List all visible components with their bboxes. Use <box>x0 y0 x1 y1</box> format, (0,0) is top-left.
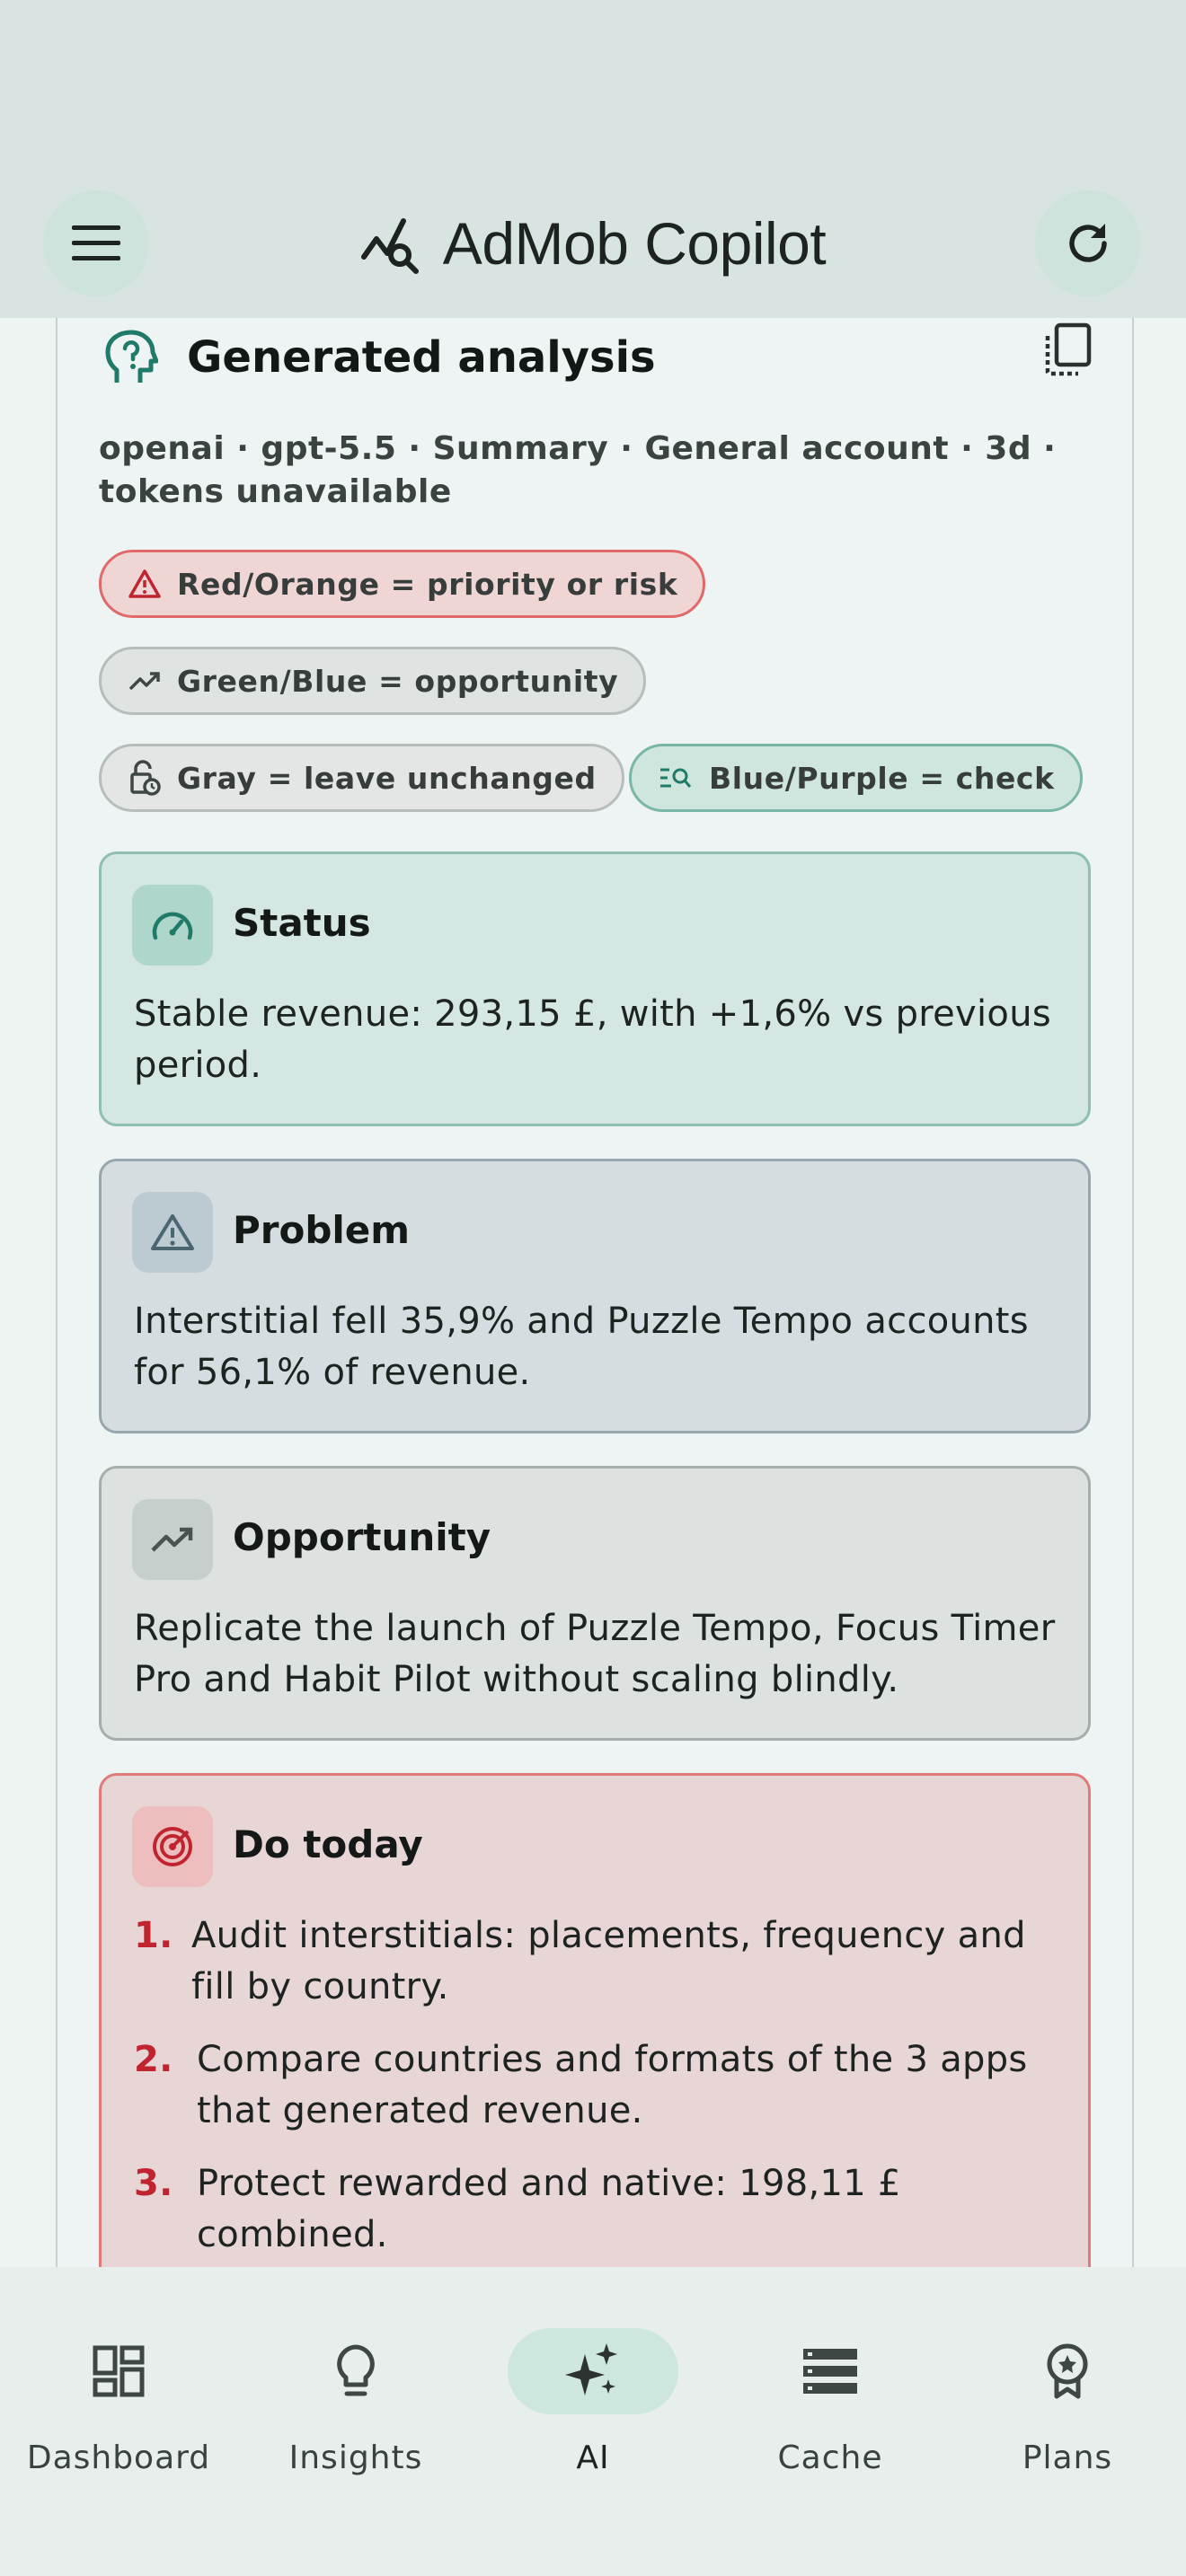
speed-icon <box>132 885 213 966</box>
nav-ai[interactable]: AI <box>474 2303 712 2483</box>
badge-icon <box>1047 2343 1088 2399</box>
todo-number: 2. <box>134 2039 173 2080</box>
nav-label: Insights <box>288 2439 423 2476</box>
problem-section: Problem Interstitial fell 35,9% and Puzz… <box>99 1159 1091 1434</box>
nav-icon-container <box>270 2328 441 2414</box>
nav-icon-container <box>745 2328 916 2414</box>
status-section: Status Stable revenue: 293,15 £, with +1… <box>99 851 1091 1126</box>
psychology-icon <box>105 330 158 383</box>
refresh-button[interactable] <box>1035 190 1141 296</box>
todo-item: 1. Audit interstitials: placements, freq… <box>134 1910 1068 2013</box>
section-text: Stable revenue: 293,15 £, with +1,6% vs … <box>134 993 1052 1086</box>
nav-cache[interactable]: Cache <box>712 2303 949 2483</box>
nav-label: Plans <box>1022 2439 1113 2476</box>
legend-chip-check: Blue/Purple = check <box>629 744 1083 812</box>
nav-icon-container <box>33 2328 204 2414</box>
app-bar: AdMob Copilot <box>0 0 1186 318</box>
todo-text: Audit interstitials: placements, frequen… <box>191 1915 1026 2007</box>
manage-search-icon <box>660 768 692 788</box>
legend-chip-label: Gray = leave unchanged <box>177 760 597 796</box>
todo-text: Compare countries and formats of the 3 a… <box>197 2039 1028 2131</box>
section-text: Interstitial fell 35,9% and Puzzle Tempo… <box>134 1301 1029 1393</box>
todo-item: 3. Protect rewarded and native: 198,11 £… <box>134 2158 1068 2261</box>
nav-plans[interactable]: Plans <box>949 2303 1186 2483</box>
legend-chip-label: Red/Orange = priority or risk <box>177 566 678 602</box>
target-icon <box>132 1806 213 1887</box>
section-title: Opportunity <box>233 1515 491 1559</box>
app-title: AdMob Copilot <box>442 210 827 277</box>
trending-up-icon <box>128 672 160 691</box>
section-text: Replicate the launch of Puzzle Tempo, Fo… <box>134 1608 1056 1700</box>
todo-number: 1. <box>134 1915 173 1956</box>
nav-dashboard[interactable]: Dashboard <box>0 2303 237 2483</box>
copy-icon[interactable] <box>1042 322 1093 377</box>
bottom-navigation: Dashboard Insights AI Cache Plans <box>0 2267 1186 2576</box>
legend-chip-label: Green/Blue = opportunity <box>177 663 619 699</box>
legend-chip-risk: Red/Orange = priority or risk <box>99 550 706 618</box>
trending-up-icon <box>132 1499 213 1580</box>
analysis-card: Generated analysis openai · gpt-5.5 · Su… <box>56 269 1134 2402</box>
nav-label: Cache <box>777 2439 883 2476</box>
refresh-icon <box>1069 224 1107 262</box>
nav-icon-container <box>508 2328 678 2414</box>
legend-chip-label: Blue/Purple = check <box>709 760 1055 796</box>
todo-number: 3. <box>134 2163 173 2204</box>
opportunity-section: Opportunity Replicate the launch of Puzz… <box>99 1466 1091 1741</box>
nav-insights[interactable]: Insights <box>237 2303 474 2483</box>
analytics-search-icon <box>360 218 419 274</box>
todo-item: 2. Compare countries and formats of the … <box>134 2034 1068 2137</box>
legend-chip-unchanged: Gray = leave unchanged <box>99 744 624 812</box>
sparkle-icon <box>565 2343 617 2395</box>
dashboard-icon <box>93 2345 145 2397</box>
legend-chip-opportunity: Green/Blue = opportunity <box>99 647 647 715</box>
section-title: Status <box>233 901 371 945</box>
section-title: Problem <box>233 1208 411 1252</box>
card-header: Generated analysis <box>104 322 1093 393</box>
lightbulb-icon <box>337 2344 375 2396</box>
warning-icon <box>132 1192 213 1273</box>
lock-clock-icon <box>130 760 161 796</box>
nav-icon-container <box>982 2328 1153 2414</box>
card-title: Generated analysis <box>187 332 656 383</box>
app-brand: AdMob Copilot <box>0 203 1186 284</box>
todo-text: Protect rewarded and native: 198,11 £ co… <box>197 2163 901 2255</box>
warning-icon <box>128 569 161 598</box>
nav-label: AI <box>576 2439 610 2476</box>
storage-icon <box>803 2349 857 2394</box>
nav-label: Dashboard <box>26 2439 211 2476</box>
section-title: Do today <box>233 1822 423 1866</box>
analysis-meta: openai · gpt-5.5 · Summary · General acc… <box>99 430 1057 510</box>
